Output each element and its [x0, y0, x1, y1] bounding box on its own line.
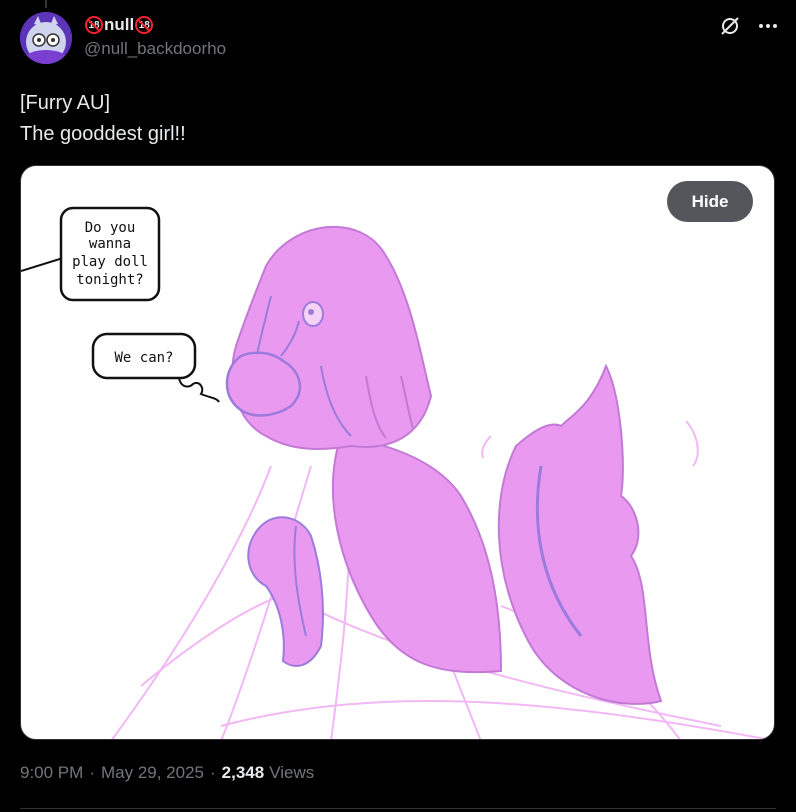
user-handle[interactable]: @null_backdoorho [84, 39, 226, 59]
separator-dot: · [210, 763, 216, 782]
bubble1-line: tonight? [76, 272, 143, 288]
character-body [331, 434, 503, 674]
bubble1-line: wanna [89, 236, 131, 252]
tweet-time[interactable]: 9:00 PM [20, 763, 83, 783]
views-count: 2,348 [221, 763, 265, 782]
illustration: Do you wanna play doll tonight? We can? [21, 206, 771, 739]
tweet-text-line: [Furry AU] [20, 92, 111, 114]
thread-line [45, 0, 47, 8]
tweet-header: 18 null 18 @null_backdoorho [20, 12, 780, 66]
bubble1-line: Do you [85, 220, 136, 236]
bubble2-text: We can? [114, 350, 173, 366]
avatar[interactable] [20, 12, 72, 64]
adult-badge-icon: 18 [135, 16, 154, 34]
separator-dot: · [89, 763, 95, 782]
display-name-text: null [104, 15, 135, 34]
bubble1-line: play doll [72, 254, 148, 270]
divider [20, 808, 776, 809]
tweet-text-line: The gooddest girl!! [20, 123, 186, 145]
character-arm [247, 516, 324, 667]
hide-media-button[interactable]: Hide [667, 181, 753, 222]
avatar-image [20, 12, 72, 64]
views-label: Views [269, 763, 315, 782]
tweet-media[interactable]: Do you wanna play doll tonight? We can? [20, 165, 775, 740]
display-name[interactable]: 18 null 18 [84, 14, 226, 36]
more-dots-icon[interactable] [756, 14, 780, 38]
tweet-meta: 9:00 PM · May 29, 2025 · 2,348 Views [20, 763, 314, 783]
adult-badge-icon: 18 [85, 16, 103, 34]
slashed-circle-icon[interactable] [718, 14, 742, 38]
tweet-text: [Furry AU] The gooddest girl!! [20, 88, 186, 150]
tweet-date[interactable]: May 29, 2025 [101, 763, 204, 783]
tail [497, 363, 663, 705]
